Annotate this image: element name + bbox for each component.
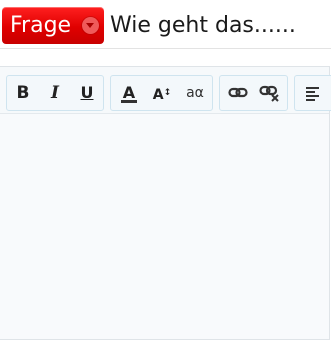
underline-button[interactable]: U [72, 76, 102, 110]
title-input[interactable] [110, 6, 330, 44]
chevron-down-icon[interactable] [82, 17, 99, 34]
divider [0, 48, 331, 49]
title-row: Frage [0, 0, 331, 48]
category-badge[interactable]: Frage [2, 7, 104, 44]
font-size-mark: ↕ [163, 88, 172, 98]
toolbar-group-font: A A↕ aα [110, 75, 213, 111]
font-color-button[interactable]: A [114, 76, 144, 110]
font-size-label: A [152, 87, 164, 103]
link-icon[interactable] [223, 76, 253, 110]
category-badge-label: Frage [10, 13, 72, 38]
editor-content-area[interactable] [0, 114, 329, 339]
editor-toolbar: B I U A A↕ aα [0, 67, 331, 114]
italic-button[interactable]: I [40, 76, 70, 110]
rich-text-editor: B I U A A↕ aα [0, 66, 331, 340]
color-bar [121, 100, 137, 103]
bold-button[interactable]: B [8, 76, 38, 110]
unlink-icon[interactable] [255, 76, 285, 110]
align-left-icon[interactable] [298, 76, 328, 110]
font-size-button[interactable]: A↕ [147, 76, 177, 110]
toolbar-group-align [294, 75, 331, 111]
remove-format-button[interactable]: aα [180, 76, 210, 110]
toolbar-group-text-style: B I U [6, 75, 104, 111]
toolbar-group-link [219, 75, 288, 111]
